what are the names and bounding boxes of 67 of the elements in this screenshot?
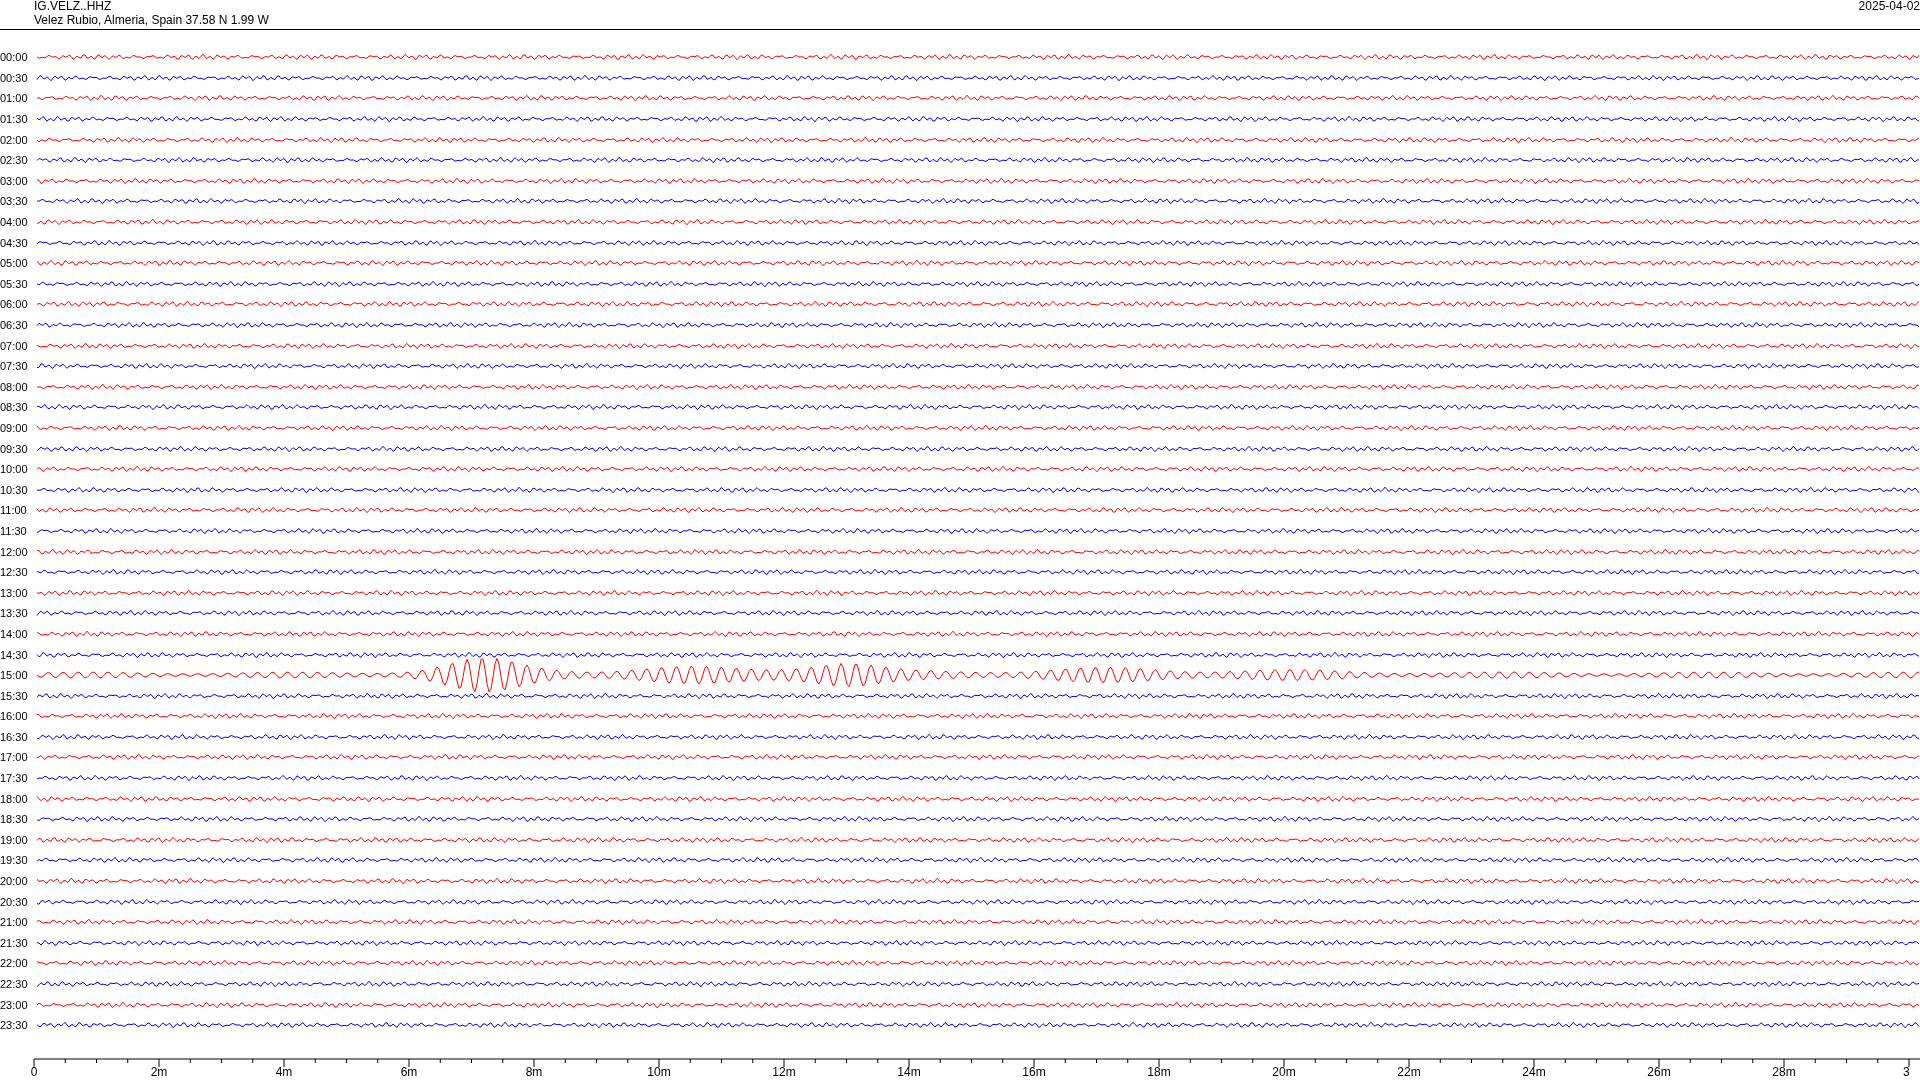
axis-tick-label: 14m <box>897 1064 921 1079</box>
axis-tick-label: 18m <box>1147 1064 1171 1079</box>
hour-label: 06:00 <box>0 298 29 311</box>
axis-tick-label: 20m <box>1272 1064 1296 1079</box>
hour-label: 22:30 <box>0 978 29 990</box>
hour-label: 11:00 <box>0 504 28 517</box>
hour-label: 19:30 <box>0 854 29 867</box>
axis-tick-label: 24m <box>1522 1064 1546 1079</box>
hour-label: 14:30 <box>0 648 29 661</box>
axis-tick-label: 2m <box>150 1064 168 1079</box>
hour-label: 18:30 <box>0 813 29 826</box>
hour-label: 09:30 <box>0 442 29 455</box>
hour-label: 03:30 <box>0 195 29 208</box>
axis-tick-label: 26m <box>1647 1064 1671 1079</box>
hour-label: 05:30 <box>0 277 29 290</box>
hour-label: 08:30 <box>0 401 29 414</box>
hour-label: 15:00 <box>0 669 29 682</box>
hour-label: 20:30 <box>0 895 29 908</box>
hour-label: 02:00 <box>0 133 29 146</box>
axis-tick-label: 12m <box>772 1064 796 1079</box>
hour-label: 17:30 <box>0 772 29 785</box>
hour-label: 21:30 <box>0 936 29 949</box>
hour-label: 02:30 <box>0 154 29 167</box>
axis-tick-label: 8m <box>525 1064 543 1079</box>
axis-tick-label: 4m <box>275 1064 293 1079</box>
axis-tick-label: 16m <box>1022 1064 1046 1079</box>
hour-label: 08:00 <box>0 380 29 393</box>
axis-tick-label: 3 <box>1903 1064 1910 1079</box>
hour-label: 06:30 <box>0 319 29 331</box>
hour-label: 12:00 <box>0 545 29 558</box>
hour-label: 23:00 <box>0 998 29 1011</box>
hour-label: 17:00 <box>0 751 29 764</box>
hour-label: 04:00 <box>0 216 29 229</box>
hour-label: 12:30 <box>0 566 29 579</box>
hour-label: 13:00 <box>0 586 29 599</box>
hour-label: 21:00 <box>0 916 29 929</box>
hour-label: 07:30 <box>0 360 29 373</box>
station-code: IG.VELZ..HHZ <box>34 0 113 13</box>
hour-label: 16:00 <box>0 710 29 723</box>
hour-label: 01:00 <box>0 92 29 105</box>
hour-label: 05:00 <box>0 257 29 270</box>
axis-tick-label: 0 <box>30 1064 38 1079</box>
hour-label: 23:30 <box>0 1019 29 1032</box>
hour-label: 09:00 <box>0 422 29 434</box>
station-location: Velez Rubio, Almeria, Spain 37.58 N 1.99 W <box>34 13 269 28</box>
axis-tick-label: 28m <box>1772 1064 1796 1079</box>
hour-label: 13:30 <box>0 607 29 620</box>
hour-label: 00:00 <box>0 51 29 64</box>
hour-label: 04:30 <box>0 236 29 249</box>
hour-label: 22:00 <box>0 957 29 970</box>
hour-label: 03:00 <box>0 174 29 187</box>
hour-label: 11:30 <box>0 524 28 537</box>
axis-tick-label: 6m <box>400 1064 418 1079</box>
hour-label: 14:00 <box>0 627 29 640</box>
hour-label: 10:30 <box>0 483 29 496</box>
hour-label: 01:30 <box>0 113 29 126</box>
axis-tick-label: 10m <box>647 1064 671 1079</box>
hour-label: 00:30 <box>0 71 29 84</box>
hour-label: 07:00 <box>0 339 29 352</box>
hour-label: 15:30 <box>0 689 29 702</box>
hour-label: 20:00 <box>0 875 29 888</box>
hour-label: 18:00 <box>0 792 29 805</box>
axis-tick-label: 22m <box>1397 1064 1421 1079</box>
hour-label: 19:00 <box>0 833 29 846</box>
plot-date: 2025-04-02 <box>1858 0 1920 13</box>
hour-label: 16:30 <box>0 730 29 743</box>
hour-label: 10:00 <box>0 463 29 476</box>
